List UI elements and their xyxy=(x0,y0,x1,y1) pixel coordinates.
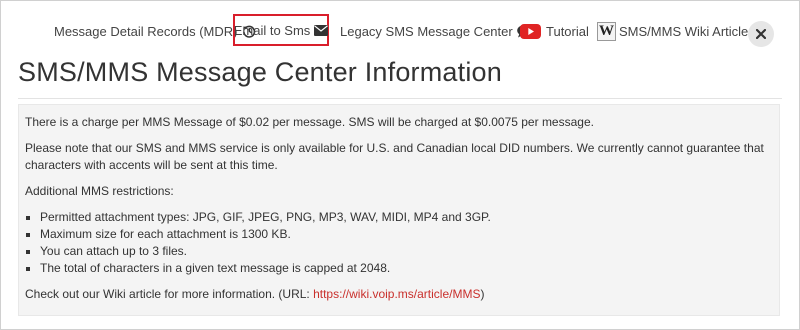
page-title: SMS/MMS Message Center Information xyxy=(18,57,502,87)
email-to-sms-link[interactable]: Email to Sms xyxy=(233,14,329,46)
legacy-sms-link[interactable]: Legacy SMS Message Center xyxy=(340,19,531,43)
legacy-sms-label: Legacy SMS Message Center xyxy=(340,23,513,39)
availability-text: Please note that our SMS and MMS service… xyxy=(25,141,764,172)
tutorial-link[interactable]: Tutorial xyxy=(520,19,589,43)
wiki-info-prefix: Check out our Wiki article for more info… xyxy=(25,287,314,301)
wiki-article-label: SMS/MMS Wiki Article xyxy=(619,23,749,39)
wiki-url-link[interactable]: https://wiki.voip.ms/article/MMS xyxy=(313,287,480,301)
title-divider xyxy=(18,98,782,99)
wiki-article-link[interactable]: W SMS/MMS Wiki Article xyxy=(597,19,748,43)
list-item: Permitted attachment types: JPG, GIF, JP… xyxy=(40,209,771,226)
list-item: Maximum size for each attachment is 1300… xyxy=(40,226,771,243)
restrictions-list: Permitted attachment types: JPG, GIF, JP… xyxy=(25,209,771,277)
restrictions-heading: Additional MMS restrictions: xyxy=(25,184,174,198)
mdr-link[interactable]: Message Detail Records (MDR) xyxy=(54,19,256,43)
mdr-label: Message Detail Records (MDR) xyxy=(54,23,238,39)
list-item: You can attach up to 3 files. xyxy=(40,243,771,260)
charge-text: There is a charge per MMS Message of $0.… xyxy=(25,115,594,129)
close-button[interactable] xyxy=(748,21,774,47)
email-to-sms-label: Email to Sms xyxy=(233,22,311,38)
list-item: The total of characters in a given text … xyxy=(40,260,771,277)
toolbar: Message Detail Records (MDR) Email to Sm… xyxy=(0,14,800,46)
close-icon xyxy=(756,29,766,39)
wiki-info-suffix: ) xyxy=(480,287,485,301)
wiki-info-text: Check out our Wiki article for more info… xyxy=(25,286,771,303)
info-panel: There is a charge per MMS Message of $0.… xyxy=(18,104,780,316)
wikipedia-icon: W xyxy=(597,21,616,41)
envelope-icon xyxy=(314,24,329,36)
tutorial-label: Tutorial xyxy=(546,23,589,39)
youtube-icon xyxy=(520,23,541,39)
